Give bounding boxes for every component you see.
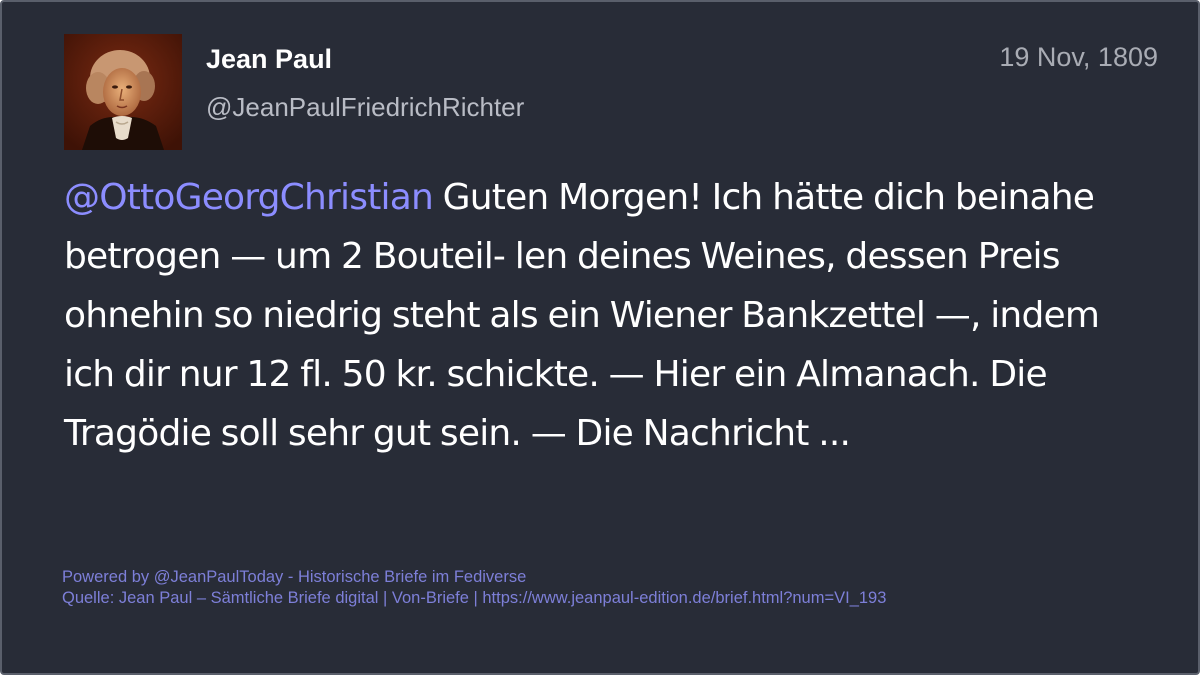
post-body: @OttoGeorgChristian Guten Morgen! Ich hä… — [64, 168, 1144, 463]
footer: Powered by @JeanPaulToday - Historische … — [62, 567, 886, 609]
powered-by-text: Powered by @JeanPaulToday - Historische … — [62, 568, 527, 586]
post-body-text: Guten Morgen! Ich hätte dich beinahe bet… — [64, 177, 1100, 454]
author-display-name[interactable]: Jean Paul — [206, 42, 332, 76]
portrait-icon — [64, 34, 182, 150]
post-card: Jean Paul @JeanPaulFriedrichRichter 19 N… — [0, 0, 1200, 675]
source-text: Quelle: Jean Paul – Sämtliche Briefe dig… — [62, 589, 887, 607]
mention-link[interactable]: @OttoGeorgChristian — [64, 177, 434, 218]
post-timestamp: 19 Nov, 1809 — [999, 42, 1158, 72]
avatar[interactable] — [64, 34, 182, 150]
author-handle[interactable]: @JeanPaulFriedrichRichter — [206, 90, 524, 124]
